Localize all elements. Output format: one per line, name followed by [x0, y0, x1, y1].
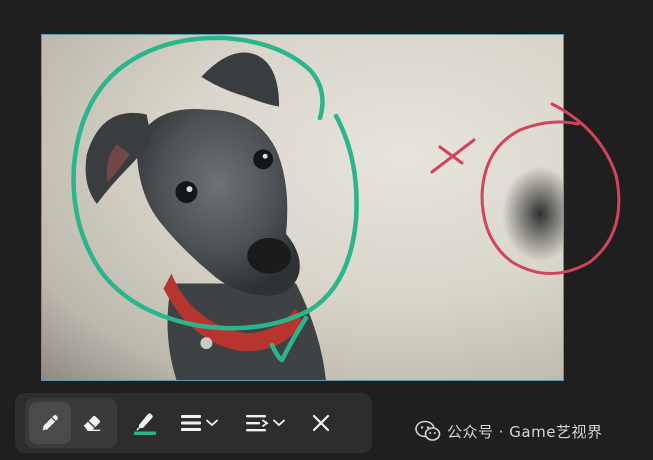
- chevron-down-icon: [206, 419, 218, 427]
- watermark-text: 公众号 · Game艺视界: [447, 422, 603, 441]
- text-align-dropdown[interactable]: [239, 402, 291, 444]
- highlighter-button[interactable]: [123, 402, 167, 444]
- chevron-down-icon: [273, 419, 285, 427]
- pencil-icon: [42, 414, 59, 431]
- eraser-icon: [83, 415, 101, 432]
- highlighter-icon: [134, 413, 156, 435]
- pen-tool-group: [25, 398, 117, 448]
- stroke-width-dropdown[interactable]: [173, 402, 225, 444]
- align-icon: [246, 415, 269, 432]
- close-icon: [312, 414, 330, 432]
- close-button[interactable]: [301, 402, 341, 444]
- line-weight-icon: [181, 415, 201, 431]
- drawing-toolbar: [15, 393, 372, 453]
- watermark: 公众号 · Game艺视界: [415, 420, 602, 442]
- wechat-icon: [415, 420, 441, 441]
- dog-photo: [85, 52, 563, 380]
- eraser-button[interactable]: [71, 402, 113, 444]
- pen-button[interactable]: [29, 402, 71, 444]
- image-canvas[interactable]: [41, 34, 564, 381]
